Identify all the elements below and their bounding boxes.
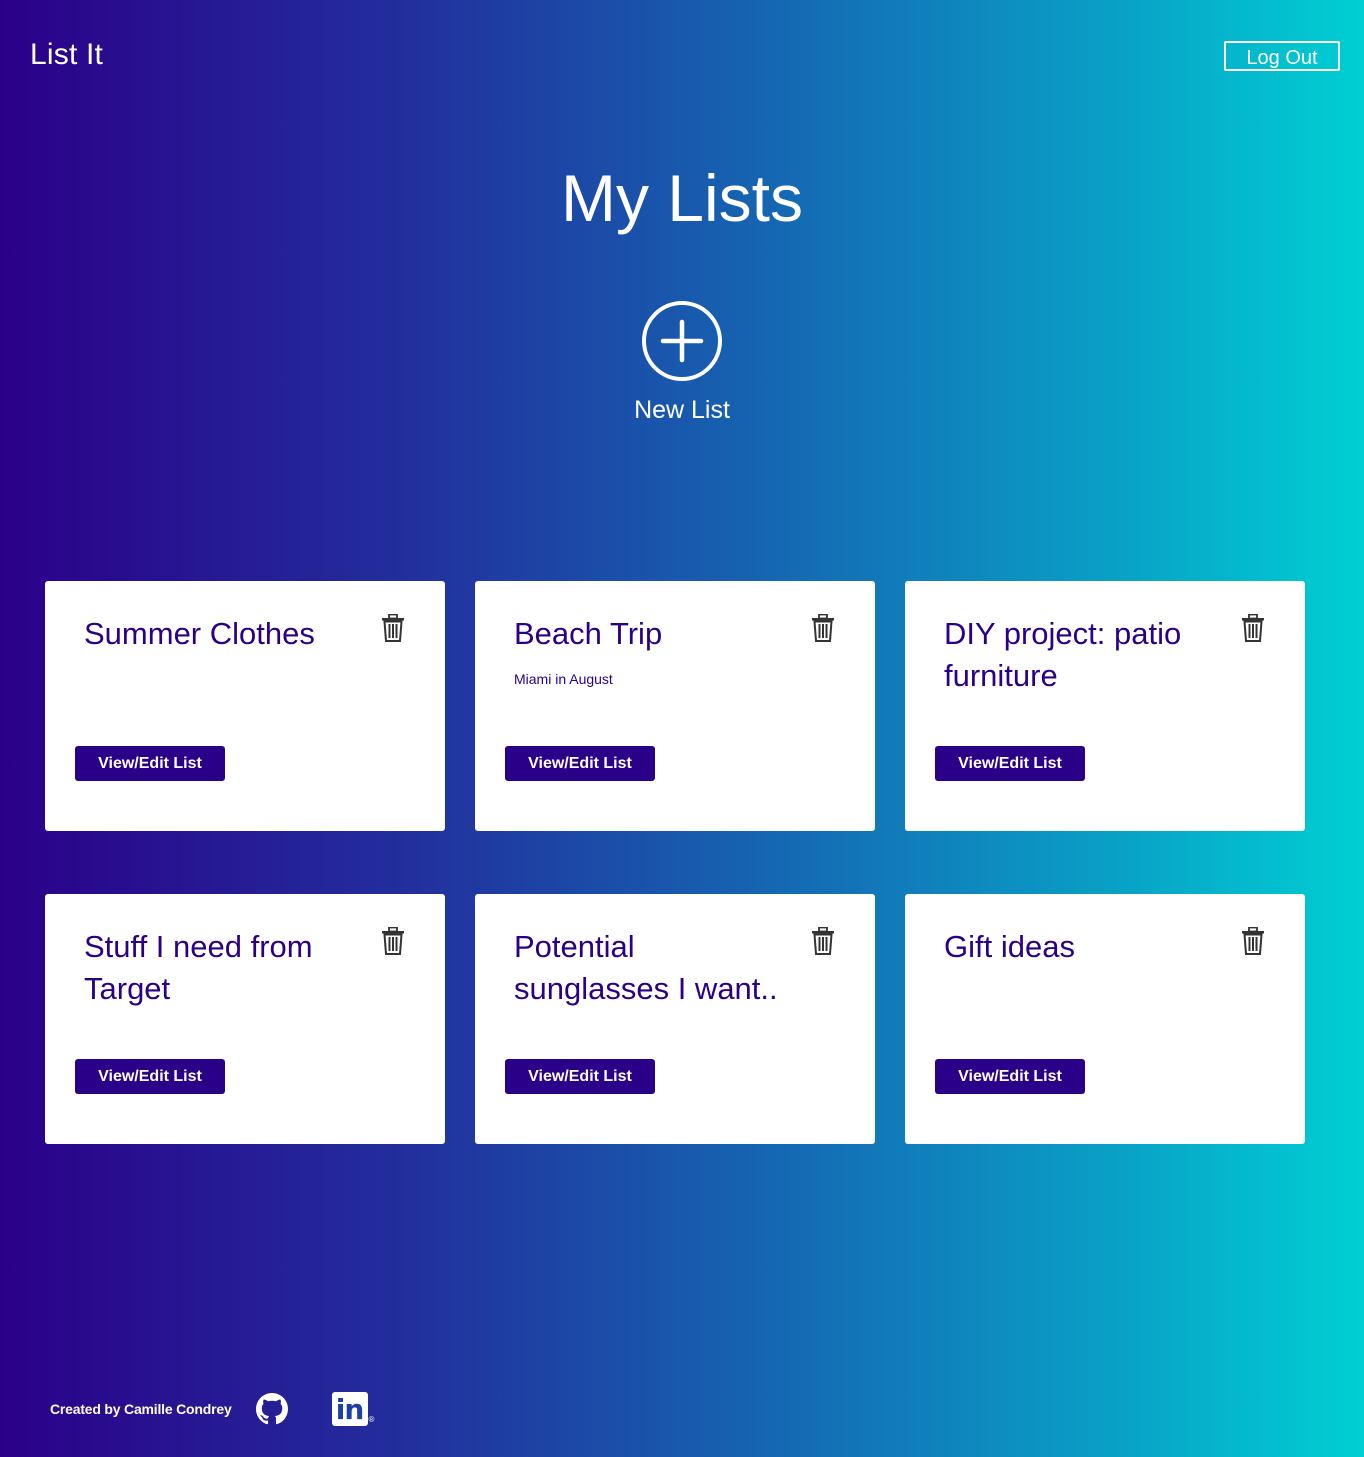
trash-icon[interactable] bbox=[811, 614, 835, 642]
list-card: DIY project: patio furniture View/Edit L… bbox=[905, 581, 1305, 831]
list-card: Gift ideas View/Edit List bbox=[905, 894, 1305, 1144]
view-edit-list-button[interactable]: View/Edit List bbox=[935, 746, 1085, 781]
list-description: Miami in August bbox=[514, 671, 613, 687]
new-list-label: New List bbox=[634, 396, 730, 424]
page-title: My Lists bbox=[560, 161, 804, 235]
list-card: Stuff I need from Target View/Edit List bbox=[45, 894, 445, 1144]
linkedin-registered-mark: ® bbox=[368, 1415, 375, 1424]
plus-circle-icon[interactable] bbox=[641, 300, 723, 382]
trash-icon[interactable] bbox=[811, 927, 835, 955]
list-title: Summer Clothes bbox=[84, 616, 315, 651]
github-icon[interactable] bbox=[255, 1393, 288, 1425]
list-title: Potential sunglasses I want.. bbox=[514, 929, 778, 1006]
lists-grid: Summer Clothes View/Edit List Beach Trip… bbox=[45, 581, 1305, 1144]
view-edit-list-button[interactable]: View/Edit List bbox=[505, 1059, 655, 1094]
view-edit-list-button[interactable]: View/Edit List bbox=[505, 746, 655, 781]
trash-icon[interactable] bbox=[1241, 614, 1265, 642]
trash-icon[interactable] bbox=[381, 927, 405, 955]
trash-icon[interactable] bbox=[381, 614, 405, 642]
view-edit-list-button[interactable]: View/Edit List bbox=[75, 746, 225, 781]
list-title: Stuff I need from Target bbox=[84, 929, 313, 1006]
view-edit-list-button[interactable]: View/Edit List bbox=[935, 1059, 1085, 1094]
list-title: Gift ideas bbox=[944, 929, 1075, 964]
list-card: Beach Trip Miami in August View/Edit Lis… bbox=[475, 581, 875, 831]
footer: Created by Camille Condrey in ® bbox=[50, 1390, 374, 1428]
trash-icon[interactable] bbox=[1241, 927, 1265, 955]
footer-credit: Created by Camille Condrey bbox=[50, 1401, 232, 1417]
brand-logo[interactable]: List It bbox=[30, 38, 103, 72]
view-edit-list-button[interactable]: View/Edit List bbox=[75, 1059, 225, 1094]
list-title: Beach Trip bbox=[514, 616, 663, 651]
new-list-button[interactable]: New List bbox=[582, 300, 782, 425]
linkedin-icon[interactable]: in ® bbox=[331, 1392, 375, 1426]
linkedin-logo: in bbox=[331, 1392, 368, 1426]
list-title: DIY project: patio furniture bbox=[944, 616, 1182, 693]
list-card: Summer Clothes View/Edit List bbox=[45, 581, 445, 831]
list-card: Potential sunglasses I want.. View/Edit … bbox=[475, 894, 875, 1144]
logout-button[interactable]: Log Out bbox=[1224, 41, 1340, 71]
